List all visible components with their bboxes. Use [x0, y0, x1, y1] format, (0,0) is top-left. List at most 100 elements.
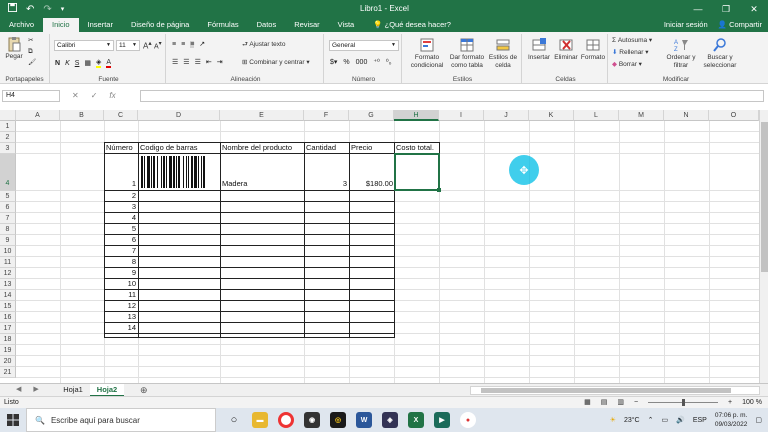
row-header-17[interactable]: 17 [0, 323, 16, 334]
cell-styles-button[interactable]: Estilos de celda [486, 37, 520, 70]
taskbar-search[interactable]: 🔍 Escribe aquí para buscar [26, 408, 216, 432]
page-layout-icon[interactable]: ▤ [601, 397, 608, 408]
redo-icon[interactable]: ↷ [43, 4, 51, 15]
conditional-format-button[interactable]: Formato condicional [406, 37, 448, 70]
borders-icon[interactable]: ▦ [84, 59, 91, 67]
app-icon[interactable]: ◈ [382, 412, 398, 428]
word-icon[interactable]: W [356, 412, 372, 428]
row-header-7[interactable]: 7 [0, 213, 16, 224]
tab-page-layout[interactable]: Diseño de página [122, 18, 198, 32]
cut-icon[interactable]: ✂ [28, 37, 33, 45]
media-icon[interactable]: ● [460, 412, 476, 428]
obs-icon[interactable]: ◎ [330, 412, 346, 428]
customize-icon[interactable]: ▾ [61, 5, 65, 13]
tell-me-search[interactable]: 💡 ¿Qué desea hacer? [363, 18, 451, 32]
file-explorer-icon[interactable]: ▬ [252, 412, 268, 428]
number-format-select[interactable]: General ▼ [329, 40, 399, 51]
row-header-6[interactable]: 6 [0, 202, 16, 213]
decrease-indent-icon[interactable]: ⇤ [206, 58, 212, 66]
language-indicator[interactable]: ESP [693, 417, 707, 424]
align-top-icon[interactable]: ≡ [172, 41, 176, 48]
column-header-f[interactable]: F [304, 110, 349, 121]
font-color-icon[interactable]: A [106, 59, 112, 68]
horizontal-scroll-thumb[interactable] [481, 388, 731, 393]
page-break-icon[interactable]: ▥ [617, 397, 624, 408]
name-box[interactable]: H4 [2, 90, 60, 102]
fill-color-icon[interactable]: ◈ [96, 58, 102, 68]
tab-formulas[interactable]: Fórmulas [198, 18, 247, 32]
row-header-5[interactable]: 5 [0, 191, 16, 202]
wrap-text-button[interactable]: ⮐ Ajustar texto [242, 41, 285, 49]
share-button[interactable]: 👤 Compartir [718, 18, 762, 32]
chrome-icon[interactable] [278, 412, 294, 428]
row-header-2[interactable]: 2 [0, 132, 16, 143]
column-header-m[interactable]: M [619, 110, 664, 121]
thousands-button[interactable]: 000 [356, 59, 368, 66]
column-header-n[interactable]: N [664, 110, 709, 121]
font-size-select[interactable]: 11 ▼ [116, 40, 140, 51]
column-header-c[interactable]: C [104, 110, 138, 121]
align-left-icon[interactable]: ☰ [172, 58, 178, 66]
row-header-3[interactable]: 3 [0, 143, 16, 154]
minimize-button[interactable]: — [684, 0, 712, 18]
formula-input[interactable] [140, 90, 764, 102]
tab-review[interactable]: Revisar [285, 18, 328, 32]
delete-cells-button[interactable]: Eliminar [552, 37, 580, 62]
row-header-9[interactable]: 9 [0, 235, 16, 246]
currency-icon[interactable]: $▾ [330, 58, 337, 66]
find-select-button[interactable]: Buscar y seleccionar [700, 37, 740, 70]
format-cells-button[interactable]: Formato [580, 37, 606, 62]
notifications-icon[interactable]: ▢ [755, 416, 762, 424]
column-header-j[interactable]: J [484, 110, 529, 121]
signin-link[interactable]: Iniciar sesión [664, 18, 708, 32]
cancel-icon[interactable]: ✕ [72, 90, 79, 102]
save-icon[interactable] [8, 3, 17, 15]
row-header-11[interactable]: 11 [0, 257, 16, 268]
font-name-select[interactable]: Calibri ▼ [54, 40, 114, 51]
zoom-out-icon[interactable]: − [634, 397, 638, 408]
row-header-10[interactable]: 10 [0, 246, 16, 257]
column-header-l[interactable]: L [574, 110, 619, 121]
selected-cell-h4[interactable] [394, 153, 440, 191]
bold-button[interactable]: N [55, 60, 60, 67]
clock[interactable]: 07:06 p. m. 09/03/2022 [715, 411, 748, 429]
align-middle-icon[interactable]: ≡ [181, 41, 185, 48]
italic-button[interactable]: K [65, 60, 70, 67]
row-header-15[interactable]: 15 [0, 301, 16, 312]
align-center-icon[interactable]: ☰ [183, 58, 189, 66]
zoom-level[interactable]: 100 % [742, 397, 762, 408]
normal-view-icon[interactable]: ▦ [584, 397, 591, 408]
volume-icon[interactable]: 🔊 [676, 416, 685, 424]
decimal-decrease-icon[interactable]: ⁰₀ [386, 58, 392, 66]
column-header-o[interactable]: O [709, 110, 759, 121]
fill-button[interactable]: ⬇ Rellenar ▾ [612, 49, 649, 57]
increase-indent-icon[interactable]: ⇥ [217, 58, 223, 66]
column-header-a[interactable]: A [16, 110, 60, 121]
copy-icon[interactable]: ⧉ [28, 48, 33, 56]
row-header-21[interactable]: 21 [0, 367, 16, 378]
column-header-b[interactable]: B [60, 110, 104, 121]
next-sheet-icon[interactable]: ▶ [33, 385, 38, 393]
check-icon[interactable]: ✓ [91, 90, 98, 102]
insert-cells-button[interactable]: Insertar [526, 37, 552, 62]
row-header-4[interactable]: 4 [0, 154, 16, 191]
close-button[interactable]: ✕ [740, 0, 768, 18]
row-header-12[interactable]: 12 [0, 268, 16, 279]
horizontal-scrollbar[interactable] [470, 386, 760, 395]
fill-handle[interactable] [437, 188, 441, 192]
row-header-20[interactable]: 20 [0, 356, 16, 367]
column-header-i[interactable]: I [439, 110, 484, 121]
sort-filter-button[interactable]: AZ Ordenar y filtrar [662, 37, 700, 70]
row-header-13[interactable]: 13 [0, 279, 16, 290]
weather-temp[interactable]: 23°C [624, 417, 640, 424]
row-header-16[interactable]: 16 [0, 312, 16, 323]
row-header-18[interactable]: 18 [0, 334, 16, 345]
tab-insert[interactable]: Insertar [79, 18, 122, 32]
zoom-slider[interactable] [648, 399, 719, 406]
tray-chevron-icon[interactable]: ⌃ [648, 416, 654, 424]
windows-start-icon[interactable] [0, 408, 26, 432]
zoom-in-icon[interactable]: + [728, 397, 732, 408]
grow-font-icon[interactable]: A▴ [143, 40, 152, 51]
decimal-increase-icon[interactable]: ⁺⁰ [373, 58, 380, 66]
row-header-8[interactable]: 8 [0, 224, 16, 235]
